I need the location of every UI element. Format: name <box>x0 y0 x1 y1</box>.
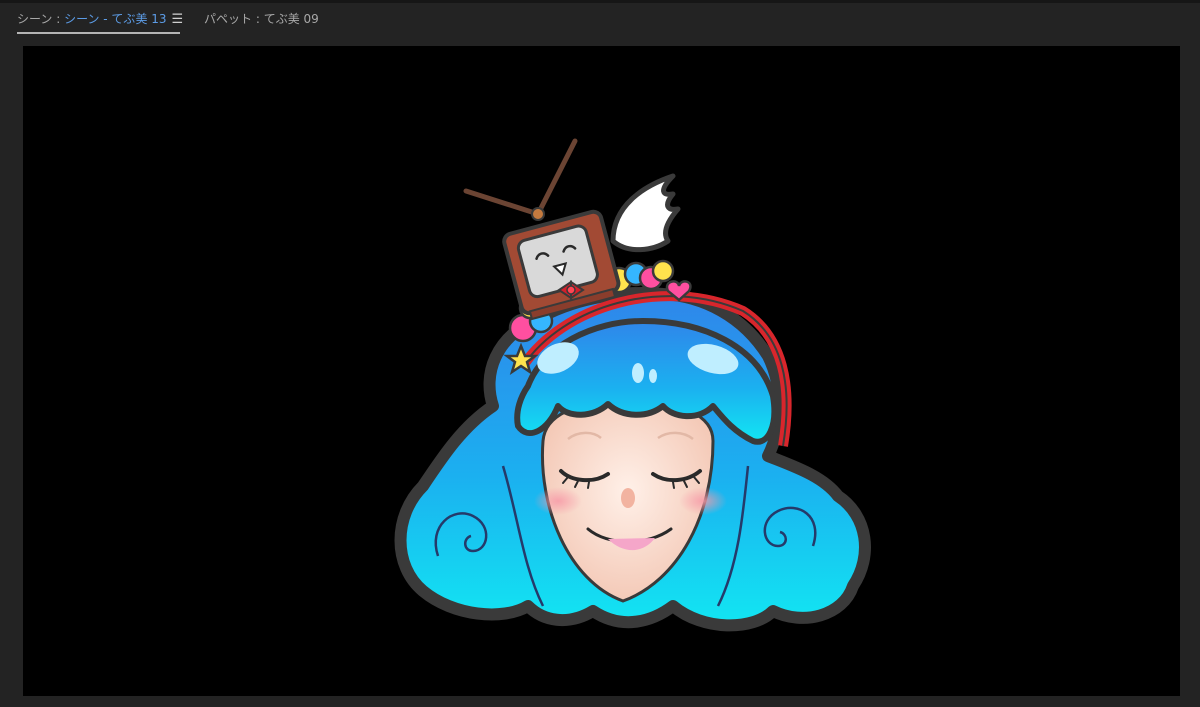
tab-scene-label: シーン : <box>17 12 65 26</box>
hamburger-menu-icon[interactable]: ☰ <box>172 11 184 29</box>
tab-bar: シーン : シーン - てぶ美 13 ☰ パペット : てぶ美 09 <box>0 3 1200 41</box>
tab-scene-name: シーン - てぶ美 13 <box>64 12 167 26</box>
nose <box>621 488 635 508</box>
wing-icon <box>610 173 681 253</box>
scene-panel: シーン : シーン - てぶ美 13 ☰ パペット : てぶ美 09 <box>0 0 1200 707</box>
scene-stage[interactable] <box>23 46 1180 696</box>
tab-puppet[interactable]: パペット : てぶ美 09 <box>204 10 319 32</box>
right-cheek <box>679 487 727 515</box>
character-puppet <box>394 138 871 632</box>
tab-puppet-name: てぶ美 09 <box>263 12 319 26</box>
tab-scene[interactable]: シーン : シーン - てぶ美 13 ☰ <box>17 10 183 34</box>
left-cheek <box>534 487 582 515</box>
tab-puppet-label: パペット : <box>204 12 264 26</box>
tv-head-icon <box>463 138 621 321</box>
